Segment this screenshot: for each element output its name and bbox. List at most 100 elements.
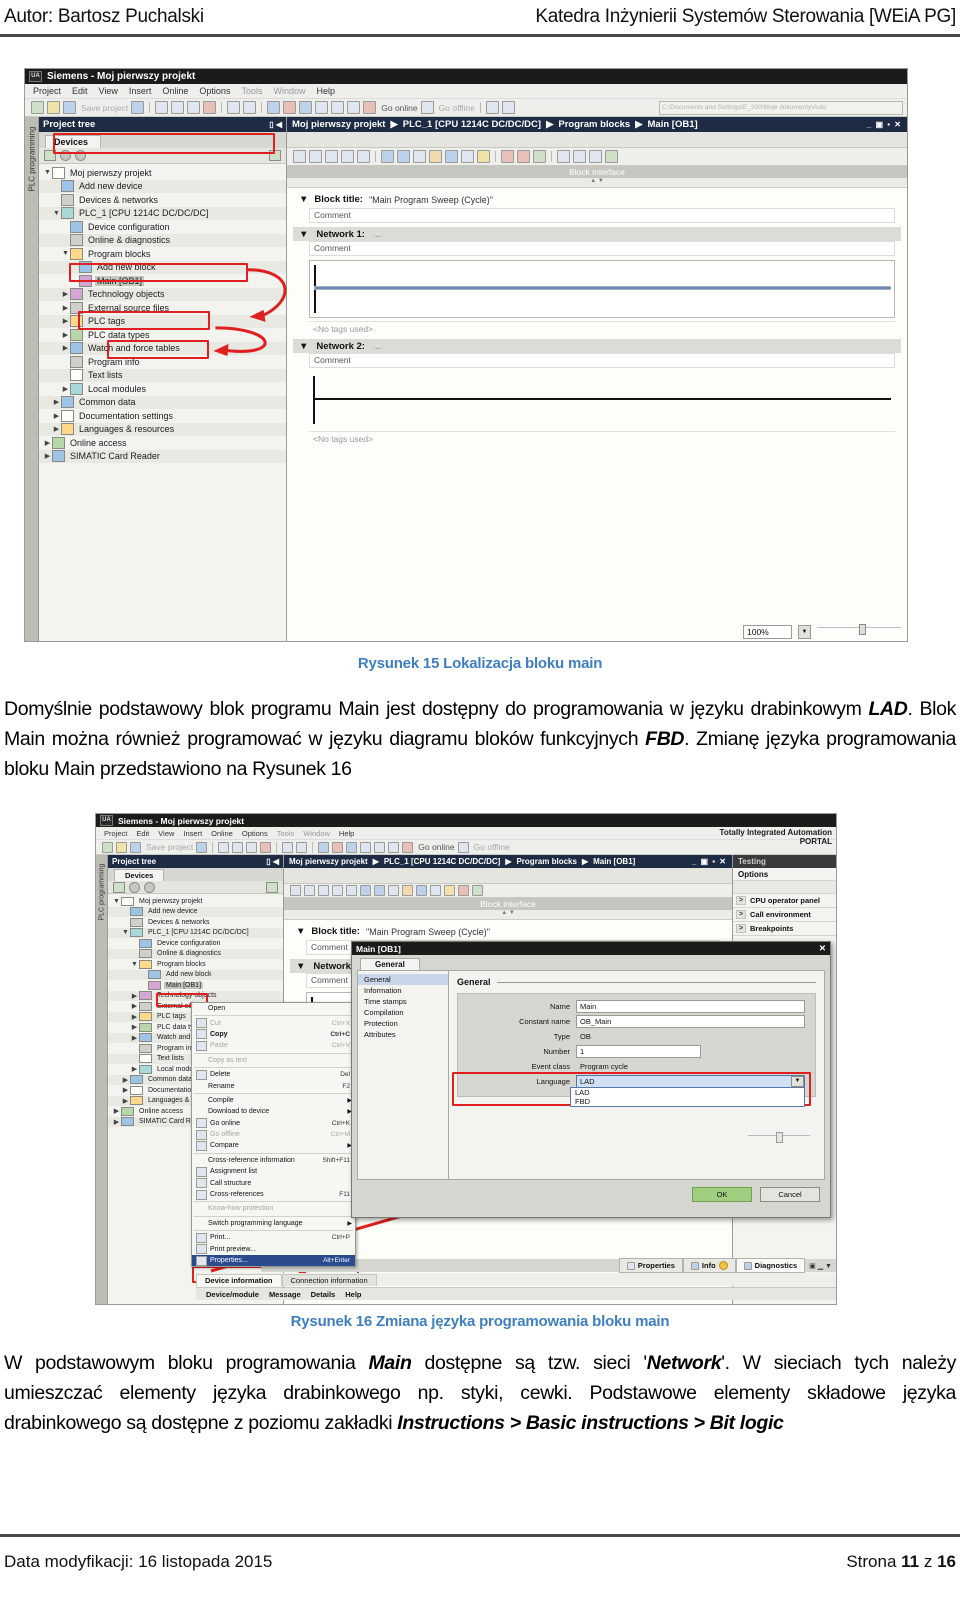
tree-item-documentation-settings[interactable]: ▶ Documentation settings — [39, 409, 286, 423]
breadcrumb-main[interactable]: Main [OB1] — [648, 119, 698, 130]
tree-item-add-new-device[interactable]: Add new device — [39, 179, 286, 193]
menu-item-properties[interactable]: Properties... Alt+Enter — [192, 1254, 355, 1267]
chevron-right-icon[interactable]: ▶ — [61, 344, 70, 352]
menu-insert[interactable]: Insert — [129, 86, 152, 96]
chevron-down-icon[interactable]: ▼ — [52, 210, 61, 217]
cut-icon[interactable] — [218, 841, 230, 853]
collapse-arrow-icon[interactable]: ▼ — [299, 341, 308, 352]
save-project-icon[interactable] — [130, 841, 141, 853]
back-icon[interactable] — [129, 881, 140, 893]
tree-item-external-source-files[interactable]: ▶ External source files — [39, 301, 286, 315]
tree-item-device-configuration[interactable]: Device configuration — [39, 220, 286, 234]
chevron-right-icon[interactable]: ▶ — [61, 331, 70, 339]
compile-icon[interactable] — [267, 101, 281, 114]
save-project-icon[interactable] — [63, 101, 76, 114]
chevron-right-icon[interactable]: ▶ — [130, 1013, 139, 1021]
editor-toolbar[interactable] — [284, 884, 732, 898]
show-symbolic-icon[interactable] — [397, 150, 410, 163]
project-tree-toolbar[interactable] — [39, 148, 286, 164]
menu-item-compare[interactable]: Compare ▶ — [192, 1140, 355, 1151]
tree-item-common-data[interactable]: ▶ Common data — [39, 395, 286, 409]
tree-item-plc-data-types[interactable]: ▶ PLC data types — [39, 328, 286, 342]
collapse-arrow-icon[interactable]: ▼ — [296, 961, 305, 972]
nav-compilation[interactable]: Compilation — [358, 1007, 448, 1018]
tree-item-simatic-card-reader[interactable]: ▶ SIMATIC Card Reader — [39, 449, 286, 463]
menu-item-cut[interactable]: Cut Ctrl+X — [192, 1017, 355, 1029]
chevron-down-icon[interactable]: ▼ — [121, 929, 130, 936]
chevron-right-icon[interactable]: ▶ — [112, 1118, 121, 1126]
download-to-device-icon[interactable] — [346, 841, 358, 853]
redo-icon[interactable] — [296, 841, 308, 853]
tree-item-program-blocks[interactable]: ▼ Program blocks — [108, 959, 283, 970]
breadcrumb[interactable]: Moj pierwszy projekt ▶ PLC_1 [CPU 1214C … — [292, 119, 698, 130]
editor-window-controls[interactable]: _ ▣ ▪ ✕ — [867, 120, 902, 129]
delete-icon[interactable] — [260, 841, 272, 853]
tree-item-devices-networks[interactable]: Devices & networks — [39, 193, 286, 207]
menu-online[interactable]: Online — [211, 829, 233, 838]
breadcrumb-plc[interactable]: PLC_1 [CPU 1214C DC/DC/DC] — [384, 857, 500, 866]
network-1-header[interactable]: ▼ Network 1: .... — [293, 227, 901, 241]
network-2-header[interactable]: ▼ Network 2: .... — [293, 339, 901, 353]
breadcrumb[interactable]: Moj pierwszy projekt ▶ PLC_1 [CPU 1214C … — [289, 857, 635, 866]
tree-item-technology-objects[interactable]: ▶ Technology objects — [39, 287, 286, 301]
tree-item-add-new-device[interactable]: Add new device — [108, 906, 283, 917]
nav-protection[interactable]: Protection — [358, 1018, 448, 1029]
project-tree-tabs[interactable]: Devices — [39, 132, 286, 148]
menu-item-download-to-device[interactable]: Download to device ▶ — [192, 1106, 355, 1117]
update-icon[interactable] — [444, 885, 455, 896]
dialog-tabs[interactable]: General — [352, 955, 830, 970]
menu-options[interactable]: Options — [199, 86, 230, 96]
copy-icon[interactable] — [171, 101, 185, 114]
chevron-right-icon[interactable]: ▶ — [61, 317, 70, 325]
menu-item-cross-reference-information[interactable]: Cross-reference information Shift+F11 — [192, 1155, 355, 1166]
undo-icon[interactable] — [227, 101, 241, 114]
menu-window[interactable]: Window — [303, 829, 330, 838]
menu-item-switch-programming-language[interactable]: Switch programming language ▶ — [192, 1218, 355, 1229]
paste-icon[interactable] — [187, 101, 201, 114]
chevron-down-icon[interactable]: ▼ — [61, 250, 70, 257]
zoom-value[interactable]: 100% — [743, 625, 792, 639]
save-as-icon[interactable] — [196, 841, 208, 853]
chevron-right-icon[interactable]: ▶ — [61, 290, 70, 298]
chevron-right-icon[interactable]: ▶ — [43, 439, 52, 447]
chevron-down-icon[interactable]: ▼ — [798, 625, 811, 639]
chevron-right-icon[interactable]: ▶ — [130, 1002, 139, 1010]
copy-icon[interactable] — [232, 841, 244, 853]
download-icon[interactable] — [283, 101, 297, 114]
subtab-device-information[interactable]: Device information — [196, 1273, 282, 1286]
chevron-down-icon[interactable]: ▼ — [791, 1076, 804, 1087]
search-icon[interactable] — [501, 101, 515, 114]
collapse-arrow-icon[interactable]: ▼ — [299, 194, 308, 205]
tab-info[interactable]: Info — [682, 1258, 736, 1273]
menu-help[interactable]: Help — [316, 86, 335, 96]
nav-attributes[interactable]: Attributes — [358, 1029, 448, 1040]
block-title-value[interactable]: "Main Program Sweep (Cycle)" — [369, 195, 493, 205]
project-tree-toolbar[interactable] — [108, 881, 283, 894]
menu-options[interactable]: Options — [242, 829, 268, 838]
show-symbolic-icon[interactable] — [374, 885, 385, 896]
chevron-right-icon[interactable]: ▶ — [52, 412, 61, 420]
network-2-comment[interactable]: Comment — [309, 353, 895, 368]
menu-item-print[interactable]: Print... Ctrl+P — [192, 1232, 355, 1243]
show-absolute-icon[interactable] — [381, 150, 394, 163]
chevron-right-icon[interactable]: ▶ — [121, 1086, 130, 1094]
tree-item-add-new-block[interactable]: Add new block — [39, 260, 286, 274]
open-project-icon[interactable] — [116, 841, 127, 853]
go-online-icon[interactable] — [402, 841, 414, 853]
language-dropdown-list[interactable]: LAD FBD — [570, 1087, 805, 1107]
go-offline-icon[interactable] — [420, 101, 434, 114]
new-project-icon[interactable] — [31, 101, 44, 114]
comment-icon[interactable] — [388, 885, 399, 896]
expand-all-icon[interactable] — [557, 150, 570, 163]
tree-item-moj-pierwszy-projekt[interactable]: ▼ Moj pierwszy projekt — [108, 896, 283, 907]
chevron-right-icon[interactable]: > — [736, 910, 746, 919]
tree-item-watch-and-force-tables[interactable]: ▶ Watch and force tables — [39, 341, 286, 355]
testing-row-call-environment[interactable]: > Call environment — [733, 908, 836, 922]
chevron-right-icon[interactable]: ▶ — [130, 1034, 139, 1042]
save-project-label[interactable]: Save project — [81, 103, 128, 113]
menu-edit[interactable]: Edit — [136, 829, 149, 838]
tree-export-icon[interactable] — [266, 881, 278, 893]
menu-help[interactable]: Help — [339, 829, 354, 838]
insert-coil-icon[interactable] — [346, 885, 357, 896]
menu-item-go-online[interactable]: Go online Ctrl+K — [192, 1118, 355, 1129]
